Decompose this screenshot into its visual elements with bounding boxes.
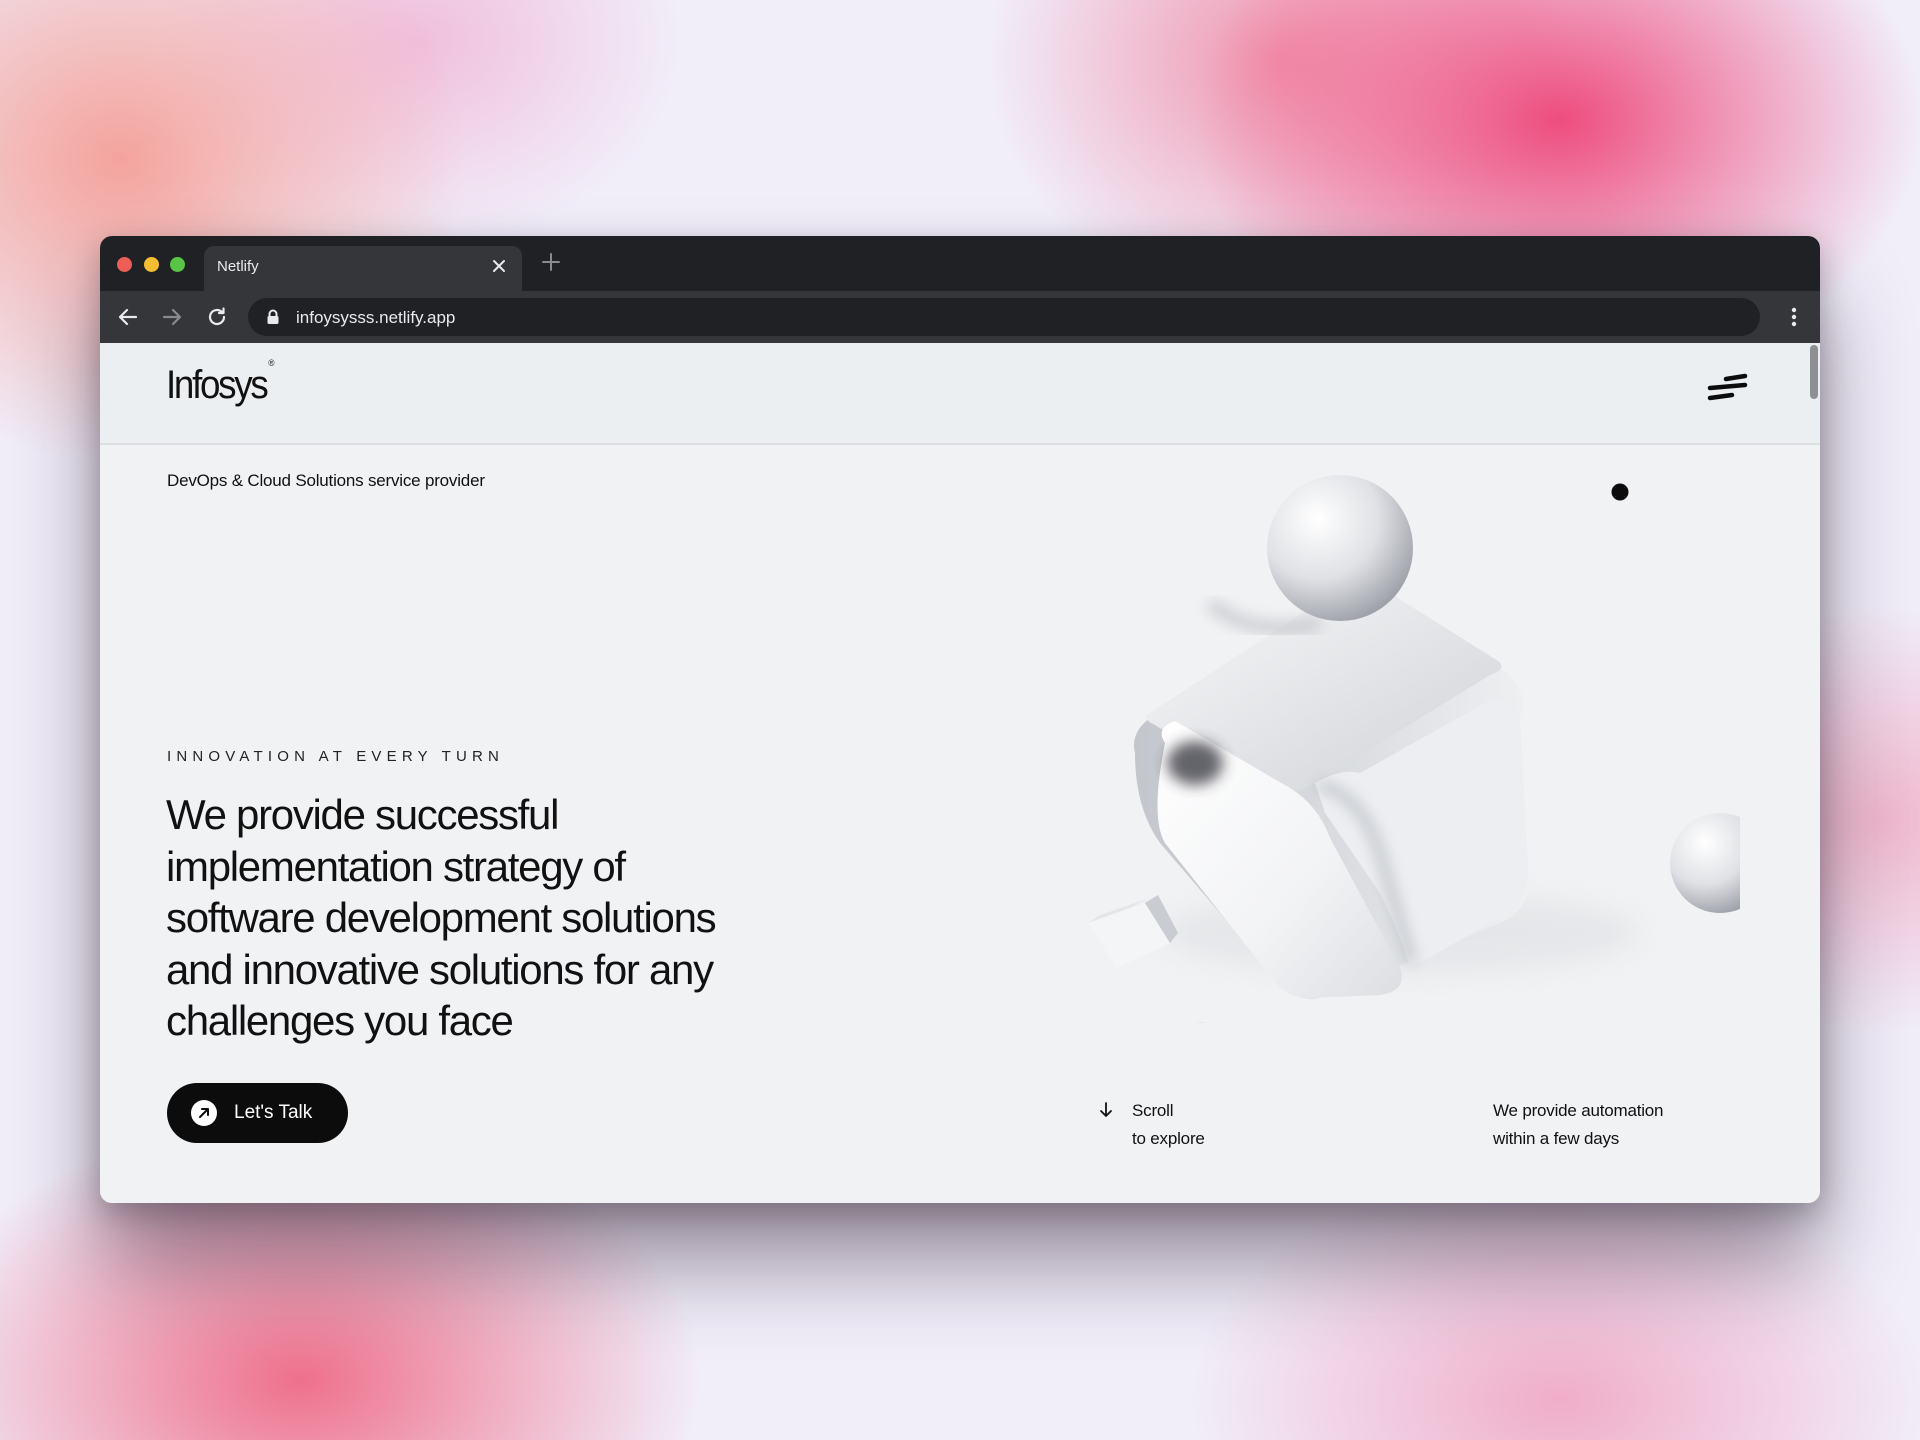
headline-line: We provide successful bbox=[166, 791, 559, 838]
scroll-hint-line: to explore bbox=[1132, 1129, 1205, 1148]
title-bar: Netlify bbox=[100, 236, 1820, 291]
arrow-up-right-icon bbox=[191, 1100, 217, 1126]
tagline: DevOps & Cloud Solutions service provide… bbox=[167, 471, 485, 490]
automation-note-line: within a few days bbox=[1493, 1129, 1620, 1148]
headline-line: implementation strategy of bbox=[166, 842, 626, 890]
eyebrow-text: INNOVATION AT EVERY TURN bbox=[167, 748, 505, 765]
close-window-button[interactable] bbox=[117, 257, 132, 272]
hero-3d-cube-illustration bbox=[1088, 475, 1740, 1023]
close-icon[interactable] bbox=[489, 256, 509, 276]
infosys-logo[interactable]: Infosys® bbox=[166, 358, 274, 408]
minimize-window-button[interactable] bbox=[144, 257, 159, 272]
automation-note-line: We provide automation bbox=[1493, 1101, 1664, 1120]
cta-label: Let's Talk bbox=[234, 1102, 313, 1123]
registered-mark: ® bbox=[268, 357, 275, 368]
menu-icon[interactable] bbox=[1706, 373, 1748, 403]
maximize-window-button[interactable] bbox=[170, 257, 185, 272]
headline-line: software development solutions bbox=[166, 894, 717, 941]
browser-toolbar: infoysysss.netlify.app bbox=[100, 291, 1820, 343]
scroll-hint-line: Scroll bbox=[1132, 1101, 1174, 1120]
logo-text: Infosys bbox=[166, 363, 269, 407]
browser-window: Netlify infoysysss.netlify.app Infosys® … bbox=[100, 236, 1820, 1203]
more-vert-icon[interactable] bbox=[1790, 305, 1798, 329]
browser-tab[interactable]: Netlify bbox=[204, 246, 522, 291]
lets-talk-button[interactable]: Let's Talk bbox=[167, 1083, 348, 1143]
reload-icon[interactable] bbox=[205, 305, 229, 329]
back-arrow-icon[interactable] bbox=[116, 305, 140, 329]
forward-arrow-icon[interactable] bbox=[160, 305, 184, 329]
address-bar[interactable]: infoysysss.netlify.app bbox=[248, 298, 1760, 336]
url-text: infoysysss.netlify.app bbox=[296, 308, 456, 327]
site-header: Infosys® bbox=[100, 343, 1820, 445]
page-viewport: Infosys® DevOps & Cloud Solutions servic… bbox=[100, 343, 1820, 1203]
lock-icon bbox=[266, 309, 280, 325]
plus-icon[interactable] bbox=[540, 250, 562, 278]
headline-line: and innovative solutions for any bbox=[166, 945, 714, 993]
hero-headline: We provide successful implementation str… bbox=[166, 789, 886, 1047]
tab-title: Netlify bbox=[217, 258, 259, 275]
arrow-down-icon bbox=[1098, 1101, 1114, 1119]
headline-line: challenges you face bbox=[166, 997, 514, 1044]
page-scrollbar[interactable] bbox=[1810, 345, 1818, 399]
